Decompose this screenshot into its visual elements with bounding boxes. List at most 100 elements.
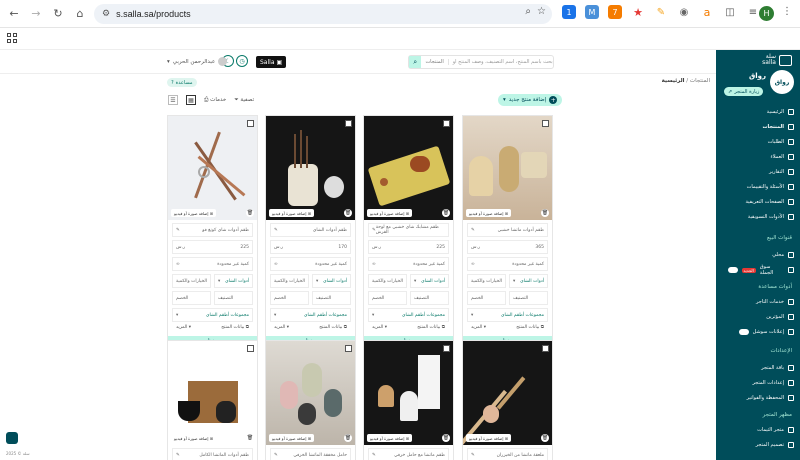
add-media-button[interactable]: إضافة صورة أو فيديو ⊞ [269, 434, 315, 442]
notifications-icon[interactable]: ◷ [236, 55, 248, 67]
select-checkbox[interactable] [443, 345, 450, 352]
delete-icon[interactable]: 🗑 [541, 209, 549, 217]
delete-icon[interactable]: 🗑 [541, 434, 549, 442]
product-image[interactable]: إضافة صورة أو فيديو ⊞ 🗑 [168, 341, 257, 445]
quantity-field[interactable]: ∞ كمية غير محدودة [172, 257, 253, 271]
product-image[interactable]: إضافة صورة أو فيديو ⊞ 🗑 [463, 116, 552, 220]
options-button[interactable]: الخيارات والكمية [270, 274, 309, 288]
quantity-field[interactable]: ∞ كمية غير محدودة [467, 257, 548, 271]
sidebar-item[interactable]: الأدوات التسويقية [748, 212, 794, 222]
sidebar-item[interactable]: الطلبات [768, 137, 794, 147]
price-field[interactable]: ر.س 170 [270, 240, 351, 254]
services-button[interactable]: ⎙ خدمات [204, 97, 226, 104]
price-field[interactable]: ر.س 225 [368, 240, 449, 254]
toggle-switch[interactable] [738, 329, 749, 335]
category-select[interactable]: ▾ أدوات الشاي [509, 274, 548, 288]
help-button[interactable]: ? مساعدة [167, 78, 197, 87]
collections-select[interactable]: ▾ مجموعات أطقم الشاي [368, 308, 449, 322]
discount-field[interactable]: الخصم [172, 291, 211, 305]
discount-field[interactable]: الخصم [467, 291, 506, 305]
collections-select[interactable]: ▾ مجموعات أطقم الشاي [467, 308, 548, 322]
product-name-field[interactable]: ✎ طقم أدوات الماتشا الكامل [172, 448, 253, 460]
more-button[interactable]: المزيد ▾ [372, 325, 387, 330]
sidebar-item[interactable]: التقارير [769, 167, 794, 177]
grid-view-icon[interactable]: ▦ [186, 95, 196, 105]
forward-icon[interactable]: → [28, 6, 44, 22]
profile-avatar[interactable]: H [759, 6, 774, 21]
quantity-field[interactable]: ∞ كمية غير محدودة [368, 257, 449, 271]
add-media-button[interactable]: إضافة صورة أو فيديو ⊞ [367, 209, 413, 217]
product-data-button[interactable]: بيانات المنتج ⧉ [319, 324, 347, 330]
apps-grid-icon[interactable] [7, 33, 17, 43]
product-name-field[interactable]: ✎ ملعقة ماتشا من الخيزران [467, 448, 548, 460]
sidebar-item[interactable]: المحفظة والفواتير [747, 393, 794, 403]
salla-button[interactable]: Salla ▣ [256, 56, 287, 68]
search-input[interactable]: ابحث باسم المنتج، اسم التصنيف، وصف المنت… [449, 59, 553, 65]
select-checkbox[interactable] [345, 345, 352, 352]
list-view-icon[interactable]: ☰ [168, 95, 178, 105]
category-select[interactable]: ▾ أدوات الشاي [214, 274, 253, 288]
add-media-button[interactable]: إضافة صورة أو فيديو ⊞ [171, 209, 217, 217]
toggle-switch[interactable] [728, 267, 738, 273]
product-name-field[interactable]: ✎ طقم مشابك شاي خشبي مع لوحة الفرش [368, 223, 449, 237]
select-checkbox[interactable] [345, 120, 352, 127]
quantity-field[interactable]: ∞ كمية غير محدودة [270, 257, 351, 271]
select-checkbox[interactable] [247, 345, 254, 352]
options-button[interactable]: الخيارات والكمية [467, 274, 506, 288]
product-data-button[interactable]: بيانات المنتج ⧉ [417, 324, 445, 330]
delete-icon[interactable]: 🗑 [442, 434, 450, 442]
sidebar-item[interactable]: الجديد سوق الجملة [716, 264, 794, 276]
product-name-field[interactable]: ✎ طقم أدوات الشاي [270, 223, 351, 237]
sidebar-item[interactable]: الرئيسية [767, 107, 794, 117]
sidebar-item[interactable]: إعدادات المتجر [752, 378, 794, 388]
address-bar[interactable]: ⚙ s.salla.sa/products ⌕ ☆ [94, 4, 552, 24]
discount-field[interactable]: الخصم [270, 291, 309, 305]
breadcrumb-current[interactable]: المنتجات [690, 78, 710, 84]
add-media-button[interactable]: إضافة صورة أو فيديو ⊞ [367, 434, 413, 442]
product-image[interactable]: إضافة صورة أو فيديو ⊞ 🗑 [266, 116, 355, 220]
sidebar-item[interactable]: خدمات التاجر [756, 297, 794, 307]
breadcrumb-home[interactable]: الرئيسية [662, 78, 685, 84]
sidebar-item[interactable]: العملاء [770, 152, 794, 162]
product-name-field[interactable]: ✎ طقم أدوات ماتشا خشبي [467, 223, 548, 237]
chat-support-icon[interactable] [6, 432, 18, 444]
category-select[interactable]: ▾ أدوات الشاي [410, 274, 449, 288]
menu-icon[interactable]: ⋮ [782, 6, 792, 17]
sidebar-item[interactable]: إعلانات سوشل [727, 327, 794, 337]
product-data-button[interactable]: بيانات المنتج ⧉ [516, 324, 544, 330]
product-name-field[interactable]: ✎ طقم ماتشا مع حامل خزفي [368, 448, 449, 460]
product-image[interactable]: إضافة صورة أو فيديو ⊞ 🗑 [364, 341, 453, 445]
camera-extension-icon[interactable]: ◉ [677, 5, 691, 19]
search-scope-select[interactable]: المنتجات [421, 59, 449, 65]
more-button[interactable]: المزيد ▾ [176, 325, 191, 330]
select-checkbox[interactable] [443, 120, 450, 127]
collections-select[interactable]: ▾ مجموعات أطقم الشاي [172, 308, 253, 322]
salla-logo[interactable]: سلة salla [762, 54, 792, 66]
puzzle-icon[interactable]: ◫ [723, 5, 737, 19]
reload-icon[interactable]: ↻ [50, 6, 66, 22]
options-button[interactable]: الخيارات والكمية [172, 274, 211, 288]
user-menu[interactable]: ▾ عبدالرحمن الحربي [167, 57, 228, 66]
more-button[interactable]: المزيد ▾ [274, 325, 289, 330]
product-image[interactable]: إضافة صورة أو فيديو ⊞ 🗑 [463, 341, 552, 445]
add-media-button[interactable]: إضافة صورة أو فيديو ⊞ [269, 209, 315, 217]
product-image[interactable]: إضافة صورة أو فيديو ⊞ 🗑 [168, 116, 257, 220]
star-extension-icon[interactable]: ★ [631, 5, 645, 19]
filter-button[interactable]: ⏷ تصفية [234, 97, 254, 104]
reading-list-icon[interactable]: ≡ [746, 5, 760, 19]
options-button[interactable]: الخيارات والكمية [368, 274, 407, 288]
sidebar-item[interactable]: المؤثرين [766, 312, 794, 322]
sidebar-item[interactable]: متجر الثيمات [757, 425, 794, 435]
product-image[interactable]: إضافة صورة أو فيديو ⊞ 🗑 [266, 341, 355, 445]
sidebar-item[interactable]: الصفحات التعريفية [745, 197, 794, 207]
select-checkbox[interactable] [247, 120, 254, 127]
category-select[interactable]: ▾ أدوات الشاي [312, 274, 351, 288]
delete-icon[interactable]: 🗑 [344, 209, 352, 217]
store-logo[interactable]: رواق [770, 70, 794, 94]
add-media-button[interactable]: إضافة صورة أو فيديو ⊞ [171, 434, 217, 442]
price-field[interactable]: ر.س 365 [467, 240, 548, 254]
gmail-extension-icon[interactable]: M [585, 5, 599, 19]
discount-field[interactable]: الخصم [368, 291, 407, 305]
product-name-field[interactable]: ✎ حامل مخفقة الماتشا الخزفي [270, 448, 351, 460]
extension-badge-icon[interactable]: 7 [608, 5, 622, 19]
